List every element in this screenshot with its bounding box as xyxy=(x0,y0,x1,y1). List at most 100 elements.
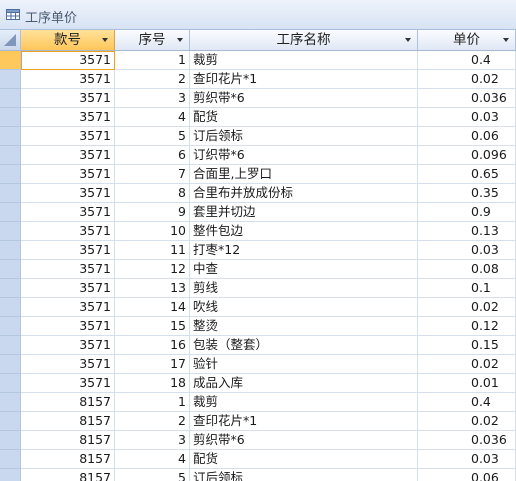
cell-price[interactable]: 0.08 xyxy=(418,260,516,279)
row-selector[interactable] xyxy=(0,317,21,336)
cell-price[interactable]: 0.036 xyxy=(418,431,516,450)
table-row[interactable]: 3571 13 剪线 0.1 xyxy=(0,279,516,298)
cell-name[interactable]: 查印花片*1 xyxy=(190,412,418,431)
table-row[interactable]: 8157 5 订后领标 0.06 xyxy=(0,469,516,481)
cell-name[interactable]: 吹线 xyxy=(190,298,418,317)
table-row[interactable]: 3571 8 合里布并放成份标 0.35 xyxy=(0,184,516,203)
table-row[interactable]: 3571 5 订后领标 0.06 xyxy=(0,127,516,146)
dropdown-arrow-icon[interactable] xyxy=(405,38,411,42)
cell-price[interactable]: 0.03 xyxy=(418,108,516,127)
cell-code[interactable]: 3571 xyxy=(21,127,115,146)
cell-price[interactable]: 0.4 xyxy=(418,393,516,412)
cell-name[interactable]: 验针 xyxy=(190,355,418,374)
row-selector[interactable] xyxy=(0,165,21,184)
cell-price[interactable]: 0.15 xyxy=(418,336,516,355)
cell-price[interactable]: 0.03 xyxy=(418,450,516,469)
cell-price[interactable]: 0.02 xyxy=(418,355,516,374)
cell-code[interactable]: 8157 xyxy=(21,431,115,450)
row-selector[interactable] xyxy=(0,51,21,70)
cell-code[interactable]: 8157 xyxy=(21,469,115,481)
cell-name[interactable]: 合面里,上罗口 xyxy=(190,165,418,184)
cell-seq[interactable]: 16 xyxy=(115,336,190,355)
table-row[interactable]: 3571 4 配货 0.03 xyxy=(0,108,516,127)
cell-price[interactable]: 0.4 xyxy=(418,51,516,70)
row-selector[interactable] xyxy=(0,222,21,241)
cell-name[interactable]: 剪织带*6 xyxy=(190,431,418,450)
table-row[interactable]: 3571 6 订织带*6 0.096 xyxy=(0,146,516,165)
cell-seq[interactable]: 6 xyxy=(115,146,190,165)
cell-price[interactable]: 0.036 xyxy=(418,89,516,108)
cell-price[interactable]: 0.9 xyxy=(418,203,516,222)
cell-code[interactable]: 3571 xyxy=(21,317,115,336)
cell-code[interactable]: 3571 xyxy=(21,70,115,89)
select-all-corner[interactable] xyxy=(0,30,21,50)
cell-code[interactable]: 3571 xyxy=(21,184,115,203)
cell-seq[interactable]: 17 xyxy=(115,355,190,374)
cell-seq[interactable]: 14 xyxy=(115,298,190,317)
table-row[interactable]: 8157 3 剪织带*6 0.036 xyxy=(0,431,516,450)
column-header-code[interactable]: 款号 xyxy=(21,30,115,50)
cell-seq[interactable]: 8 xyxy=(115,184,190,203)
cell-price[interactable]: 0.03 xyxy=(418,241,516,260)
cell-seq[interactable]: 10 xyxy=(115,222,190,241)
row-selector[interactable] xyxy=(0,431,21,450)
cell-name[interactable]: 整烫 xyxy=(190,317,418,336)
cell-price[interactable]: 0.35 xyxy=(418,184,516,203)
cell-seq[interactable]: 3 xyxy=(115,431,190,450)
cell-seq[interactable]: 12 xyxy=(115,260,190,279)
cell-seq[interactable]: 4 xyxy=(115,450,190,469)
cell-price[interactable]: 0.1 xyxy=(418,279,516,298)
table-row[interactable]: 3571 1 裁剪 0.4 xyxy=(0,51,516,70)
cell-code[interactable]: 3571 xyxy=(21,165,115,184)
row-selector[interactable] xyxy=(0,279,21,298)
dropdown-arrow-icon[interactable] xyxy=(102,38,108,42)
cell-name[interactable]: 套里并切边 xyxy=(190,203,418,222)
cell-seq[interactable]: 5 xyxy=(115,469,190,481)
column-header-name[interactable]: 工序名称 xyxy=(190,30,418,50)
cell-code[interactable]: 3571 xyxy=(21,298,115,317)
cell-seq[interactable]: 13 xyxy=(115,279,190,298)
cell-seq[interactable]: 18 xyxy=(115,374,190,393)
cell-price[interactable]: 0.65 xyxy=(418,165,516,184)
cell-name[interactable]: 订织带*6 xyxy=(190,146,418,165)
cell-price[interactable]: 0.12 xyxy=(418,317,516,336)
cell-name[interactable]: 裁剪 xyxy=(190,51,418,70)
cell-price[interactable]: 0.06 xyxy=(418,469,516,481)
cell-price[interactable]: 0.01 xyxy=(418,374,516,393)
cell-seq[interactable]: 9 xyxy=(115,203,190,222)
row-selector[interactable] xyxy=(0,260,21,279)
table-row[interactable]: 3571 2 查印花片*1 0.02 xyxy=(0,70,516,89)
cell-name[interactable]: 剪线 xyxy=(190,279,418,298)
table-row[interactable]: 3571 18 成品入库 0.01 xyxy=(0,374,516,393)
cell-name[interactable]: 订后领标 xyxy=(190,127,418,146)
cell-code[interactable]: 8157 xyxy=(21,393,115,412)
row-selector[interactable] xyxy=(0,241,21,260)
cell-seq[interactable]: 2 xyxy=(115,412,190,431)
table-row[interactable]: 3571 15 整烫 0.12 xyxy=(0,317,516,336)
row-selector[interactable] xyxy=(0,355,21,374)
row-selector[interactable] xyxy=(0,146,21,165)
cell-code[interactable]: 3571 xyxy=(21,222,115,241)
cell-seq[interactable]: 5 xyxy=(115,127,190,146)
cell-price[interactable]: 0.06 xyxy=(418,127,516,146)
row-selector[interactable] xyxy=(0,127,21,146)
row-selector[interactable] xyxy=(0,108,21,127)
row-selector[interactable] xyxy=(0,89,21,108)
cell-seq[interactable]: 4 xyxy=(115,108,190,127)
cell-code[interactable]: 8157 xyxy=(21,412,115,431)
cell-price[interactable]: 0.02 xyxy=(418,298,516,317)
table-row[interactable]: 8157 2 查印花片*1 0.02 xyxy=(0,412,516,431)
cell-code[interactable]: 3571 xyxy=(21,89,115,108)
cell-price[interactable]: 0.096 xyxy=(418,146,516,165)
cell-code[interactable]: 3571 xyxy=(21,279,115,298)
cell-seq[interactable]: 1 xyxy=(115,393,190,412)
column-header-seq[interactable]: 序号 xyxy=(115,30,190,50)
cell-name[interactable]: 查印花片*1 xyxy=(190,70,418,89)
cell-price[interactable]: 0.02 xyxy=(418,412,516,431)
row-selector[interactable] xyxy=(0,469,21,481)
cell-name[interactable]: 合里布并放成份标 xyxy=(190,184,418,203)
table-row[interactable]: 8157 1 裁剪 0.4 xyxy=(0,393,516,412)
cell-code[interactable]: 3571 xyxy=(21,374,115,393)
cell-seq[interactable]: 7 xyxy=(115,165,190,184)
row-selector[interactable] xyxy=(0,184,21,203)
